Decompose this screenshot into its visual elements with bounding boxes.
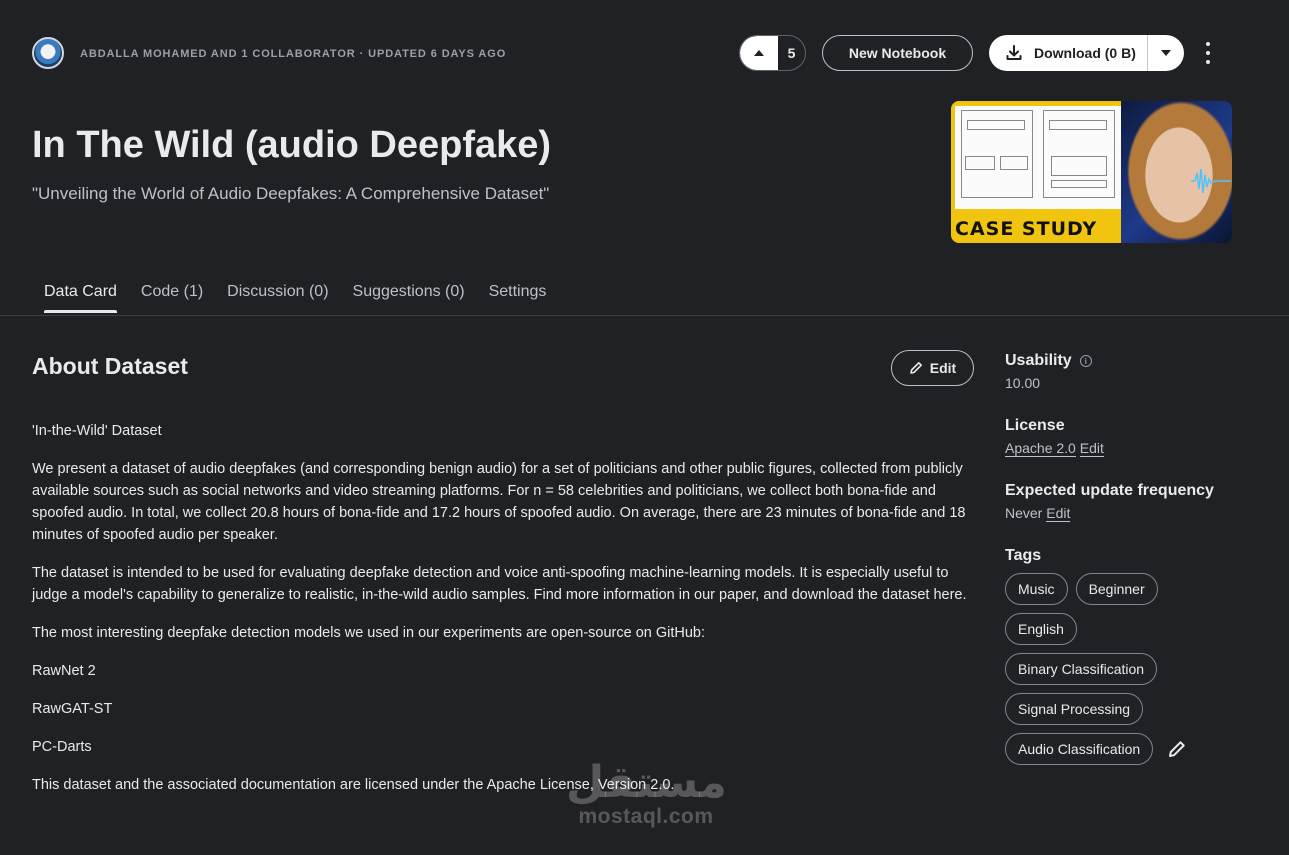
paragraph-intro: We present a dataset of audio deepfakes … — [32, 461, 966, 543]
usability-heading: Usability i — [1005, 352, 1265, 370]
tag-signal-processing[interactable]: Signal Processing — [1005, 693, 1144, 725]
paragraph-purpose: The dataset is intended to be used for e… — [32, 565, 967, 603]
vote-count: 5 — [787, 45, 796, 61]
dataset-subtitle: "Unveiling the World of Audio Deepfakes:… — [32, 184, 550, 203]
tag-music[interactable]: Music — [1005, 573, 1068, 605]
model-link-rawgat-st[interactable]: RawGAT-ST — [32, 698, 980, 720]
tag-beginner[interactable]: Beginner — [1075, 573, 1158, 605]
paragraph-models-intro: The most interesting deepfake detection … — [32, 625, 706, 641]
arrow-up-icon — [754, 50, 764, 56]
upvote-button[interactable] — [740, 36, 778, 70]
owner-byline[interactable]: ABDALLA MOHAMED AND 1 COLLABORATOR · UPD… — [80, 48, 506, 60]
license-row: Apache 2.0 Edit — [1005, 440, 1265, 457]
license-edit-link[interactable]: Edit — [1079, 440, 1104, 457]
dataset-title: In The Wild (audio Deepfake) — [32, 124, 552, 166]
watermark-arabic: مستقل — [566, 757, 727, 808]
tag-audio-classification[interactable]: Audio Classification — [1005, 733, 1154, 765]
usability-value: 10.00 — [1005, 375, 1041, 391]
edit-label: Edit — [929, 360, 957, 376]
download-label: Download (0 B) — [1034, 45, 1136, 61]
download-icon — [1006, 45, 1022, 60]
tag-list: Music Beginner English Binary Classifica… — [1005, 573, 1205, 765]
info-icon[interactable]: i — [1079, 355, 1092, 367]
tab-discussion[interactable]: Discussion (0) — [215, 280, 340, 313]
download-button[interactable]: Download (0 B) — [989, 35, 1148, 71]
pencil-icon[interactable] — [1167, 739, 1187, 759]
paragraph-dataset-name: 'In-the-Wild' Dataset — [32, 423, 162, 439]
watermark-logo: مستقل mostaql.com — [566, 757, 727, 828]
tab-data-card[interactable]: Data Card — [32, 280, 129, 313]
frequency-row: Never Edit — [1005, 505, 1265, 522]
dataset-cover-image: CASE STUDY — [951, 101, 1232, 243]
edit-about-button[interactable]: Edit — [891, 350, 974, 386]
tag-binary-classification[interactable]: Binary Classification — [1005, 653, 1158, 685]
frequency-edit-link[interactable]: Edit — [1046, 505, 1071, 522]
tag-row-last: Audio Classification — [1005, 733, 1187, 765]
chevron-down-icon — [1161, 50, 1171, 56]
tags-heading: Tags — [1005, 547, 1042, 564]
watermark-latin: mostaql.com — [578, 805, 714, 828]
tag-english[interactable]: English — [1005, 613, 1077, 645]
frequency-heading: Expected update frequency — [1005, 482, 1214, 499]
pencil-icon — [909, 362, 922, 374]
model-link-rawnet2[interactable]: RawNet 2 — [32, 660, 980, 682]
model-link-pc-darts[interactable]: PC-Darts — [32, 736, 980, 758]
tab-bar: Data Card Code (1) Discussion (0) Sugges… — [32, 280, 558, 313]
download-button-group[interactable]: Download (0 B) — [989, 35, 1184, 71]
tab-divider — [0, 315, 1289, 316]
license-link[interactable]: Apache 2.0 — [1005, 440, 1076, 457]
about-heading: About Dataset — [32, 353, 188, 379]
more-options-icon[interactable] — [1198, 42, 1218, 64]
tab-code[interactable]: Code (1) — [129, 280, 215, 313]
new-notebook-button[interactable]: New Notebook — [822, 35, 973, 71]
tab-suggestions[interactable]: Suggestions (0) — [341, 280, 477, 313]
owner-avatar[interactable] — [32, 37, 64, 69]
download-options-button[interactable] — [1148, 50, 1184, 56]
paragraph-license: This dataset and the associated document… — [32, 777, 675, 793]
about-content: 'In-the-Wild' Dataset We present a datas… — [32, 420, 980, 812]
upvote-control[interactable]: 5 — [739, 35, 806, 71]
frequency-value: Never — [1005, 505, 1043, 521]
cover-caption: CASE STUDY — [955, 218, 1098, 240]
tab-settings[interactable]: Settings — [477, 280, 559, 313]
license-heading: License — [1005, 417, 1065, 434]
metadata-sidebar: Usability i 10.00 License Apache 2.0 Edi… — [1005, 352, 1265, 765]
